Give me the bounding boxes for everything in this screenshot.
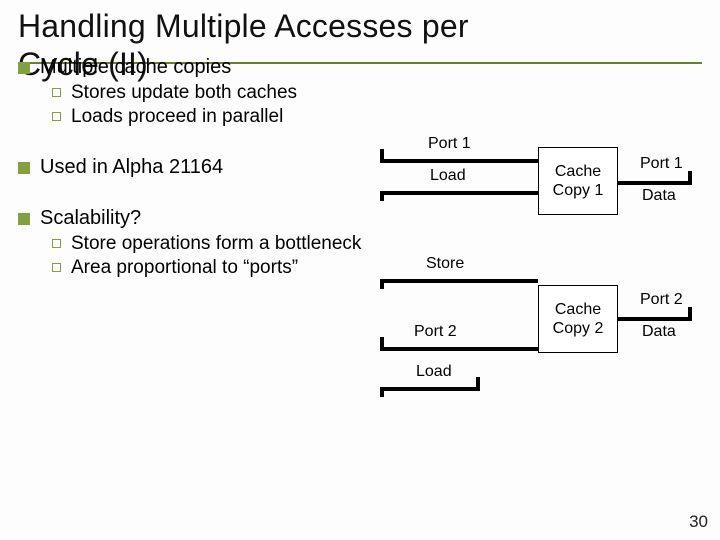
port2-label-left: Port 2 (414, 323, 457, 341)
page-number: 30 (689, 512, 708, 532)
sub-item: Loads proceed in parallel (52, 106, 702, 128)
sub-text: Store operations form a bottleneck (71, 233, 361, 255)
port2-label-right: Port 2 (640, 291, 683, 309)
port1-label-top: Port 1 (428, 135, 471, 153)
wire (380, 347, 538, 351)
bullet-text: Multiple cache copies (40, 56, 231, 79)
load-label-bottom: Load (416, 363, 452, 381)
wire (380, 279, 538, 283)
bullet-item-1: Multiple cache copies Stores update both… (18, 56, 702, 128)
store-label: Store (426, 255, 464, 273)
sub-item: Store operations form a bottleneck (52, 233, 368, 255)
load-label-top: Load (430, 167, 466, 185)
data-label-right-1: Data (642, 187, 676, 205)
title-line-1: Handling Multiple Accesses per (18, 8, 469, 44)
bullet-text: Scalability? (40, 207, 141, 230)
sub-text: Loads proceed in parallel (71, 106, 283, 128)
hollow-bullet-icon (52, 239, 61, 248)
square-bullet-icon (18, 213, 30, 225)
sub-text: Area proportional to “ports” (71, 257, 298, 279)
slide: Handling Multiple Accesses per Cycle (II… (0, 0, 720, 540)
sub-text: Stores update both caches (71, 82, 297, 104)
wire (618, 317, 692, 321)
wire-stub (380, 149, 384, 159)
cache-copy-2-box: Cache Copy 2 (538, 285, 618, 353)
data-label-right-2: Data (642, 323, 676, 341)
wire-stub (380, 337, 384, 347)
sub-list: Stores update both caches Loads proceed … (18, 82, 702, 128)
wire (380, 159, 538, 163)
square-bullet-icon (18, 62, 30, 74)
hollow-bullet-icon (52, 88, 61, 97)
sub-item: Area proportional to “ports” (52, 257, 368, 279)
wire-stub (476, 377, 480, 387)
port1-label-right: Port 1 (640, 155, 683, 173)
hollow-bullet-icon (52, 112, 61, 121)
cache-copy-1-box: Cache Copy 1 (538, 147, 618, 215)
wire-stub (380, 387, 384, 397)
sub-list: Store operations form a bottleneck Area … (18, 233, 368, 279)
wire (380, 191, 538, 195)
wire-stub (688, 307, 692, 317)
bullet-text: Used in Alpha 21164 (40, 156, 223, 179)
cache-diagram: Port 1 Load Cache Copy 1 Port 1 Data Sto… (380, 135, 700, 465)
wire-stub (380, 191, 384, 201)
wire-stub (380, 279, 384, 289)
sub-item: Stores update both caches (52, 82, 702, 104)
wire-stub (688, 171, 692, 181)
wire (380, 387, 480, 391)
hollow-bullet-icon (52, 263, 61, 272)
square-bullet-icon (18, 162, 30, 174)
wire (618, 181, 692, 185)
